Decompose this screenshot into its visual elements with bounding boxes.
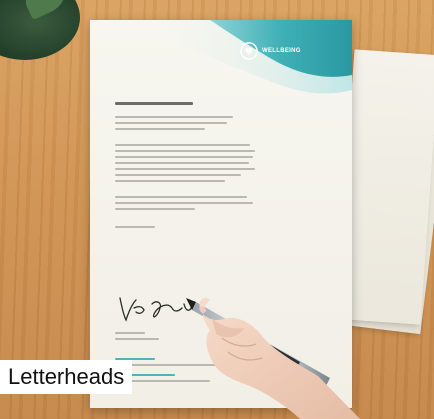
text-line	[115, 144, 250, 146]
text-line	[115, 174, 241, 176]
text-line	[115, 202, 253, 204]
text-line	[115, 196, 247, 198]
text-line	[115, 180, 225, 182]
text-line	[115, 122, 227, 124]
product-photo: WELLBEING Letterheads	[0, 0, 434, 419]
text-line	[115, 116, 233, 118]
text-line	[115, 338, 159, 340]
text-line	[115, 150, 255, 152]
letterhead-sheet: WELLBEING	[90, 20, 352, 408]
logo-text: WELLBEING	[262, 48, 301, 54]
text-line	[115, 226, 155, 228]
handwritten-signature	[119, 297, 203, 322]
letterhead-logo: WELLBEING	[240, 42, 301, 60]
caption-text: Letterheads	[8, 364, 125, 389]
text-line	[115, 208, 195, 210]
text-line	[115, 168, 255, 170]
caption-label: Letterheads	[0, 360, 133, 394]
text-line	[115, 162, 249, 164]
text-line	[115, 156, 253, 158]
heart-logo-icon	[240, 42, 258, 60]
text-line	[115, 128, 205, 130]
text-line	[115, 332, 145, 334]
plant-decoration	[0, 0, 80, 60]
letterhead-header-wave	[150, 20, 352, 94]
salutation-line	[115, 102, 193, 105]
